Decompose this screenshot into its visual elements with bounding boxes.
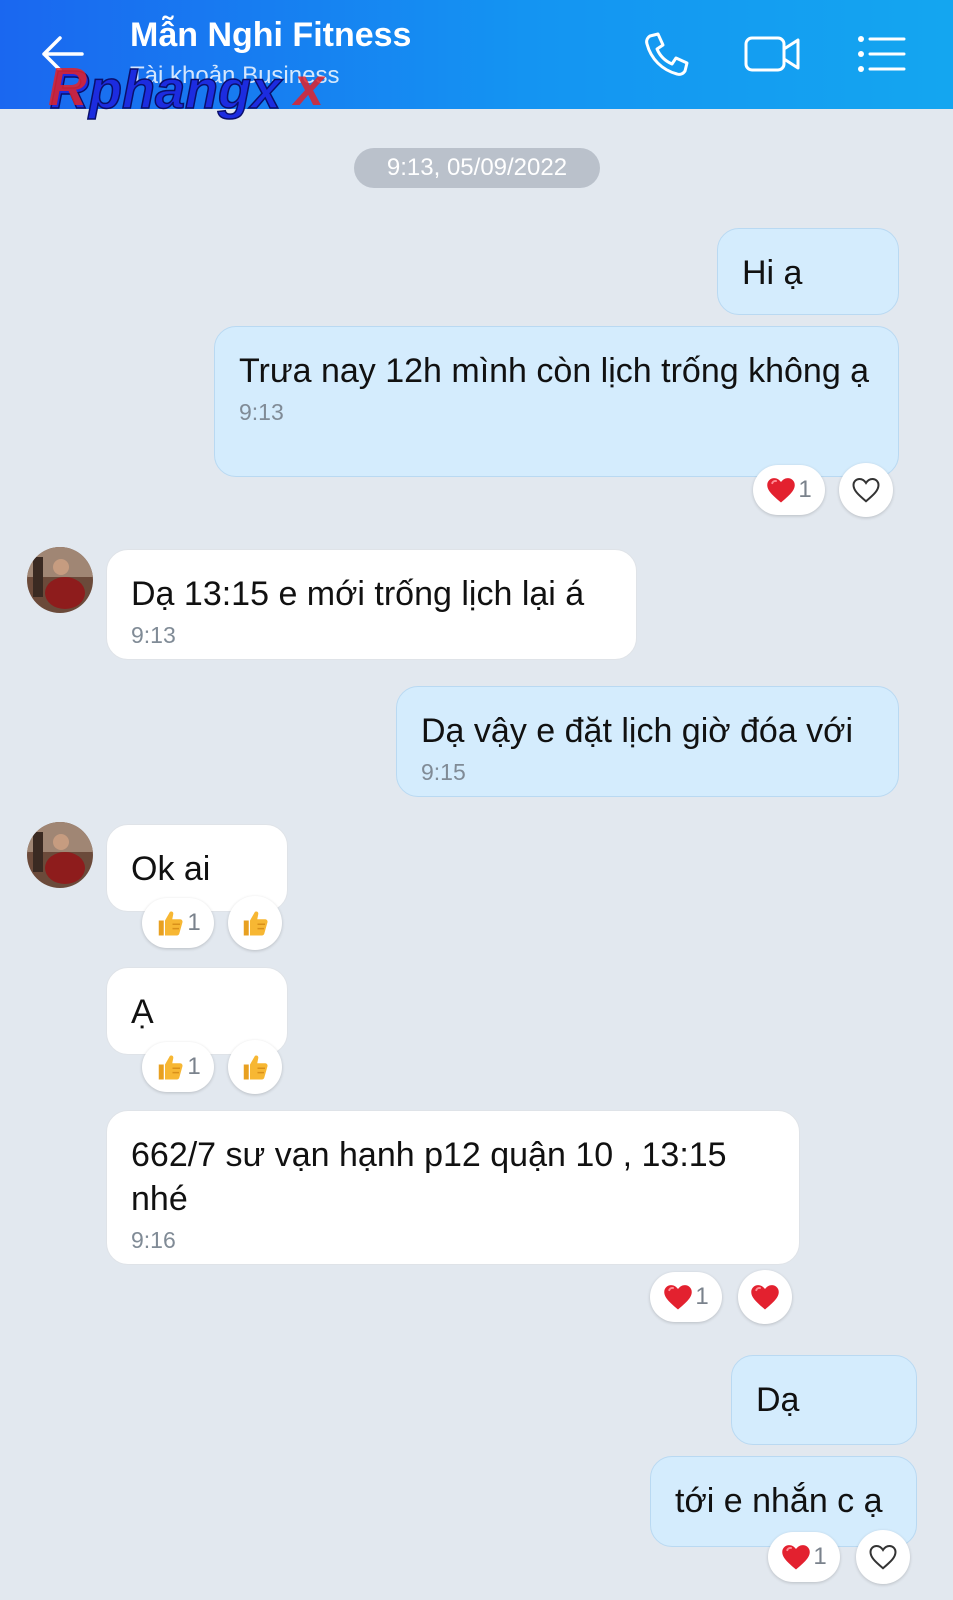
avatar-image: [27, 547, 93, 613]
reaction-count-badge[interactable]: 1: [768, 1532, 840, 1582]
video-camera-icon: [744, 36, 800, 72]
menu-button[interactable]: [852, 26, 912, 82]
message-time: 9:13: [239, 399, 284, 425]
thumbs-up-icon: [240, 908, 270, 938]
outgoing-message[interactable]: Trưa nay 12h mình còn lịch trống không ạ…: [214, 326, 899, 477]
outgoing-message[interactable]: Dạ vậy e đặt lịch giờ đóa với 9:15: [396, 686, 899, 797]
react-button[interactable]: [738, 1270, 792, 1324]
thumbs-up-icon: [155, 1052, 185, 1082]
message-text: Dạ vậy e đặt lịch giờ đóa với: [421, 712, 854, 750]
reaction-count: 1: [187, 909, 201, 936]
message-text: Ạ: [131, 993, 154, 1031]
watermark-logo: Rphangx R x: [48, 58, 326, 121]
contact-name[interactable]: Mẫn Nghi Fitness: [130, 16, 411, 55]
reaction-count: 1: [695, 1283, 709, 1310]
list-menu-icon: [858, 36, 906, 72]
svg-text:R: R: [48, 58, 87, 117]
heart-icon: [781, 1543, 811, 1571]
message-time: 9:16: [131, 1227, 176, 1253]
message-time: 9:15: [421, 759, 466, 785]
outgoing-message[interactable]: Dạ: [731, 1355, 917, 1445]
heart-outline-icon: [868, 1543, 898, 1571]
date-separator: 9:13, 05/09/2022: [354, 148, 600, 188]
message-text: 662/7 sư vạn hạnh p12 quận 10 , 13:15 nh…: [131, 1136, 727, 1218]
reaction-count-badge[interactable]: 1: [753, 465, 825, 515]
reaction-count: 1: [813, 1543, 827, 1570]
video-call-button[interactable]: [742, 26, 802, 82]
message-text: Dạ 13:15 e mới trống lịch lại á: [131, 575, 585, 613]
heart-icon: [750, 1283, 780, 1311]
heart-icon: [663, 1283, 693, 1311]
reaction-count: 1: [798, 476, 812, 503]
reaction-count: 1: [187, 1053, 201, 1080]
react-button[interactable]: [856, 1530, 910, 1584]
react-button[interactable]: [228, 1040, 282, 1094]
message-text: Hi ạ: [742, 254, 803, 292]
incoming-message[interactable]: 662/7 sư vạn hạnh p12 quận 10 , 13:15 nh…: [106, 1110, 800, 1265]
message-time: 9:13: [131, 622, 176, 648]
call-button[interactable]: [636, 26, 696, 82]
reaction-count-badge[interactable]: 1: [650, 1272, 722, 1322]
reaction-count-badge[interactable]: 1: [142, 898, 214, 948]
heart-icon: [766, 476, 796, 504]
avatar-image: [27, 822, 93, 888]
avatar[interactable]: [27, 822, 93, 888]
outgoing-message[interactable]: Hi ạ: [717, 228, 899, 315]
phone-icon: [645, 32, 689, 76]
svg-text:x: x: [291, 58, 326, 117]
heart-outline-icon: [851, 476, 881, 504]
react-button[interactable]: [839, 463, 893, 517]
thumbs-up-icon: [155, 908, 185, 938]
message-text: Ok ai: [131, 850, 211, 888]
reaction-count-badge[interactable]: 1: [142, 1042, 214, 1092]
react-button[interactable]: [228, 896, 282, 950]
incoming-message[interactable]: Dạ 13:15 e mới trống lịch lại á 9:13: [106, 549, 637, 660]
message-text: tới e nhắn c ạ: [675, 1482, 883, 1520]
message-text: Dạ: [756, 1381, 800, 1419]
avatar[interactable]: [27, 547, 93, 613]
thumbs-up-icon: [240, 1052, 270, 1082]
message-text: Trưa nay 12h mình còn lịch trống không ạ: [239, 352, 870, 390]
